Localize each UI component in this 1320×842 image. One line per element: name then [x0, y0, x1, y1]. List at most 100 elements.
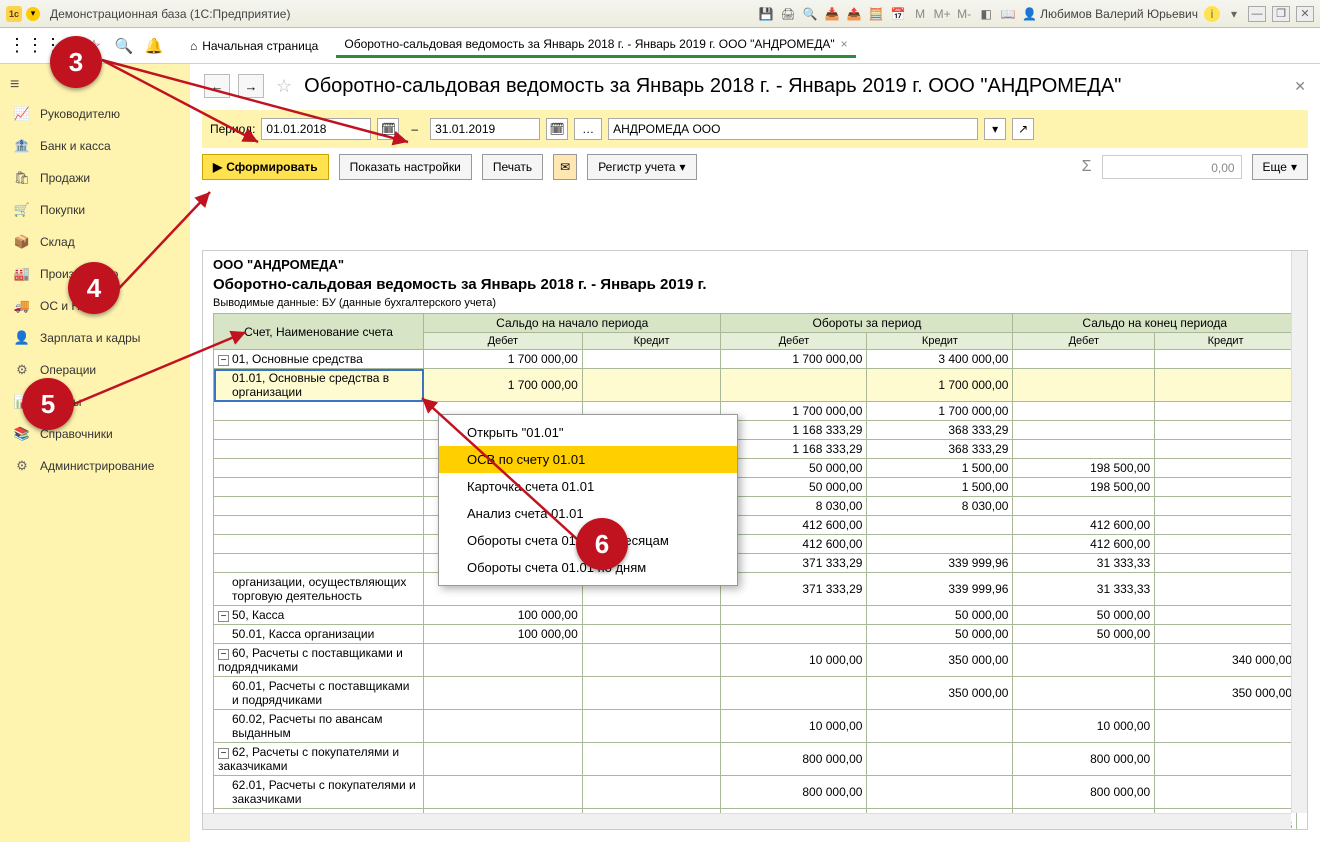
user-badge[interactable]: 👤 Любимов Валерий Юрьевич [1022, 7, 1198, 21]
bell-icon[interactable]: 🔔 [146, 38, 162, 54]
generate-button[interactable]: ▶ Сформировать [202, 154, 329, 180]
callout-6: 6 [576, 518, 628, 570]
search-icon[interactable]: 🔍 [116, 38, 132, 54]
sidebar-item-3[interactable]: 🛒Покупки [0, 194, 190, 226]
mail-button[interactable]: ✉ [553, 154, 577, 180]
sidebar-item-2[interactable]: 🛍Продажи [0, 162, 190, 194]
context-menu-item-2[interactable]: Карточка счета 01.01 [439, 473, 737, 500]
table-row[interactable]: 01.01, Основные средства в организации1 … [214, 369, 1297, 402]
back-button[interactable]: ← [204, 74, 230, 98]
chevron-down-icon: ▾ [679, 160, 685, 174]
context-menu-item-0[interactable]: Открыть "01.01" [439, 419, 737, 446]
sidebar-item-11[interactable]: ⚙Администрирование [0, 450, 190, 482]
chart-line-icon: 📈 [14, 106, 30, 122]
mem-mplus-icon[interactable]: M+ [934, 6, 950, 22]
forward-button[interactable]: → [238, 74, 264, 98]
minimize-button[interactable]: — [1248, 6, 1266, 22]
book-icon: 📚 [14, 426, 30, 442]
organization-open-icon[interactable]: ↗ [1012, 118, 1034, 140]
panel-icon[interactable]: ◧ [978, 6, 994, 22]
table-row[interactable]: −60, Расчеты с поставщиками и подрядчика… [214, 644, 1297, 677]
scrollbar-vertical[interactable] [1291, 251, 1307, 813]
dropdown-icon[interactable]: ▾ [1226, 6, 1242, 22]
sidebar-item-8[interactable]: ⚙Операции [0, 354, 190, 386]
table-row[interactable]: 50.01, Касса организации100 000,0050 000… [214, 625, 1297, 644]
main-panel: ← → ☆ Оборотно-сальдовая ведомость за Ян… [190, 64, 1320, 842]
document-tab-close-icon[interactable]: × [841, 37, 848, 51]
table-row[interactable]: −62, Расчеты с покупателями и заказчикам… [214, 743, 1297, 776]
th-tc: Кредит [867, 333, 1013, 350]
table-row[interactable]: 1 700 000,001 700 000,00 [214, 402, 1297, 421]
home-tab[interactable]: ⌂ Начальная страница [182, 35, 326, 57]
table-row[interactable]: 800 000,001 168 333,29368 333,29 [214, 421, 1297, 440]
info-icon[interactable]: i [1204, 6, 1220, 22]
sidebar-item-1[interactable]: 🏦Банк и касса [0, 130, 190, 162]
mem-m-icon[interactable]: M [912, 6, 928, 22]
organization-input[interactable] [608, 118, 978, 140]
close-button[interactable]: ✕ [1296, 6, 1314, 22]
body: ≡ 📈Руководителю🏦Банк и касса🛍Продажи🛒Пок… [0, 64, 1320, 842]
sigma-icon[interactable]: Σ [1082, 158, 1092, 176]
sidebar-item-label: Продажи [40, 171, 90, 185]
generate-label: Сформировать [226, 160, 317, 174]
sidebar-item-10[interactable]: 📚Справочники [0, 418, 190, 450]
print-button[interactable]: Печать [482, 154, 543, 180]
settings-button[interactable]: Показать настройки [339, 154, 472, 180]
callout-5: 5 [22, 378, 74, 430]
table-row[interactable]: 62.01, Расчеты с покупателями и заказчик… [214, 776, 1297, 809]
tree-toggle-icon[interactable]: − [218, 748, 229, 759]
calculator-icon[interactable]: 🧮 [868, 6, 884, 22]
save-icon[interactable]: 💾 [758, 6, 774, 22]
table-row[interactable]: 371 333,29339 999,9631 333,33 [214, 554, 1297, 573]
sidebar-item-label: Администрирование [40, 459, 154, 473]
more-button[interactable]: Еще ▾ [1252, 154, 1308, 180]
table-row[interactable]: 50 000,001 500,00198 500,00 [214, 478, 1297, 497]
sidebar-item-label: Операции [40, 363, 96, 377]
context-menu-item-1[interactable]: ОСВ по счету 01.01 [439, 446, 737, 473]
register-button[interactable]: Регистр учета ▾ [587, 154, 696, 180]
table-row[interactable]: 412 600,00412 600,00 [214, 535, 1297, 554]
title-left: 1c ▾ Демонстрационная база (1С:Предприят… [6, 6, 290, 22]
table-row[interactable]: −50, Касса100 000,0050 000,0050 000,00 [214, 606, 1297, 625]
app-toolbar: ⋮⋮⋮ ☆ 🔍 🔔 ⌂ Начальная страница Оборотно-… [0, 28, 1320, 64]
restore-button[interactable]: ❐ [1272, 6, 1290, 22]
tree-toggle-icon[interactable]: − [218, 649, 229, 660]
table-row[interactable]: организации, осуществляющих торговую дея… [214, 573, 1297, 606]
table-row[interactable]: 800 000,001 168 333,29368 333,29 [214, 440, 1297, 459]
sidebar-item-0[interactable]: 📈Руководителю [0, 98, 190, 130]
doc-in-icon[interactable]: 📥 [824, 6, 840, 22]
sum-field[interactable]: 0,00 [1102, 155, 1242, 179]
book-icon[interactable]: 📖 [1000, 6, 1016, 22]
document-tab[interactable]: Оборотно-сальдовая ведомость за Январь 2… [336, 33, 855, 58]
sidebar-item-7[interactable]: 👤Зарплата и кадры [0, 322, 190, 354]
doc-out-icon[interactable]: 📤 [846, 6, 862, 22]
print-icon[interactable]: 🖨 [780, 6, 796, 22]
report-area[interactable]: ООО "АНДРОМЕДА" Оборотно-сальдовая ведом… [202, 250, 1308, 830]
nav-down-icon[interactable]: ▾ [26, 7, 40, 21]
table-row[interactable]: 60.01, Расчеты с поставщиками и подрядчи… [214, 677, 1297, 710]
table-row[interactable]: 8 030,008 030,00 [214, 497, 1297, 516]
close-doc-button[interactable]: ✕ [1294, 78, 1306, 95]
mem-mminus-icon[interactable]: M- [956, 6, 972, 22]
period-picker-button[interactable]: … [574, 118, 602, 140]
table-row[interactable]: −01, Основные средства1 700 000,001 700 … [214, 350, 1297, 369]
table-row[interactable]: 50 000,001 500,00198 500,00 [214, 459, 1297, 478]
preview-icon[interactable]: 🔍 [802, 6, 818, 22]
report-table: Счет, Наименование счета Сальдо на начал… [213, 313, 1297, 830]
favorite-icon[interactable]: ☆ [276, 76, 292, 97]
play-icon: ▶ [213, 160, 222, 174]
date-from-calendar-icon[interactable]: 🗓 [377, 118, 399, 140]
scrollbar-horizontal[interactable] [203, 813, 1291, 829]
date-to-calendar-icon[interactable]: 🗓 [546, 118, 568, 140]
sidebar-item-4[interactable]: 📦Склад [0, 226, 190, 258]
date-from-input[interactable] [261, 118, 371, 140]
calendar-icon[interactable]: 📅 [890, 6, 906, 22]
table-row[interactable]: 412 600,00412 600,00 [214, 516, 1297, 535]
tree-toggle-icon[interactable]: − [218, 355, 229, 366]
date-to-input[interactable] [430, 118, 540, 140]
tree-toggle-icon[interactable]: − [218, 611, 229, 622]
organization-dropdown-icon[interactable]: ▾ [984, 118, 1006, 140]
report-org: ООО "АНДРОМЕДА" [213, 257, 1297, 272]
th-ec: Кредит [1155, 333, 1297, 350]
table-row[interactable]: 60.02, Расчеты по авансам выданным10 000… [214, 710, 1297, 743]
